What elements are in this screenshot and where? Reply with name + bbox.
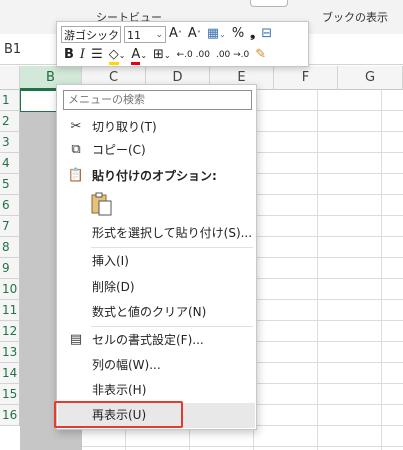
- row-header-9[interactable]: 9: [0, 258, 20, 279]
- accounting-format-icon[interactable]: ▦⌄: [207, 25, 226, 44]
- menu-item-delete-label: 削除(D): [92, 280, 135, 294]
- column-header-f[interactable]: F: [274, 66, 338, 90]
- row-header-15[interactable]: 15: [0, 384, 20, 405]
- percent-icon[interactable]: %: [232, 25, 244, 43]
- row-header-14[interactable]: 14: [0, 363, 20, 384]
- menu-item-hide[interactable]: 非表示(H): [57, 379, 256, 401]
- grow-font-icon[interactable]: A˄: [169, 25, 182, 44]
- row-header-5[interactable]: 5: [0, 174, 20, 195]
- paste-clipboard-icon: [91, 192, 112, 216]
- shrink-font-letter: A: [187, 25, 197, 41]
- decrease-decimal-icon[interactable]: .00 →.0: [216, 46, 249, 64]
- mini-toolbar-row-1: 游ゴシック ⌄ 11 ⌄ A˄ A˅ ▦⌄ % ❟ ⊟: [61, 24, 275, 44]
- copy-icon: ⧉: [71, 142, 81, 157]
- row-header-13[interactable]: 13: [0, 342, 20, 363]
- row-header-7[interactable]: 7: [0, 216, 20, 237]
- menu-item-paste-options: 📋 貼り付けのオプション:: [57, 165, 256, 187]
- bold-icon[interactable]: B: [64, 46, 74, 64]
- paste-button[interactable]: [90, 191, 114, 217]
- row-header-12[interactable]: 12: [0, 321, 20, 342]
- row-header-3[interactable]: 3: [0, 132, 20, 153]
- borders-icon[interactable]: ⊞⌄: [153, 46, 171, 65]
- row-header-6[interactable]: 6: [0, 195, 20, 216]
- font-size-box[interactable]: 11 ⌄: [124, 25, 166, 43]
- menu-item-clear-contents[interactable]: 数式と値のクリア(N): [57, 301, 256, 323]
- grow-font-letter: A: [169, 25, 178, 41]
- clipboard-icon: 📋: [67, 168, 85, 183]
- context-menu: メニューの検索 ✂ 切り取り(T) ⧉ コピー(C) 📋 貼り付けのオプション:…: [56, 84, 257, 430]
- fill-color-icon[interactable]: ◇⌄: [108, 46, 125, 65]
- row-header-11[interactable]: 11: [0, 300, 20, 321]
- font-name-box[interactable]: 游ゴシック ⌄: [61, 25, 121, 43]
- highlight-box: [54, 401, 183, 428]
- ribbon-button[interactable]: [250, 0, 288, 7]
- fill-color-swatch: ◇: [108, 46, 119, 65]
- menu-item-column-width[interactable]: 列の幅(W)...: [57, 354, 256, 376]
- menu-item-cut[interactable]: ✂ 切り取り(T): [57, 116, 256, 138]
- menu-item-cut-label: 切り取り(T): [92, 120, 157, 134]
- menu-item-paste-special-label: 形式を選択して貼り付け(S)...: [92, 226, 253, 240]
- chevron-down-icon: ⌄: [110, 29, 118, 40]
- format-painter-icon[interactable]: ✎: [255, 46, 266, 64]
- menu-item-column-width-label: 列の幅(W)...: [92, 358, 161, 372]
- book-view-label[interactable]: ブックの表示: [322, 9, 388, 25]
- align-center-icon[interactable]: ☰: [91, 46, 103, 64]
- menu-item-copy-label: コピー(C): [92, 143, 146, 157]
- row-header-2[interactable]: 2: [0, 111, 20, 132]
- mini-toolbar-row-2: B I ☰ ◇⌄ A⌄ ⊞⌄ ←.0 .00 .00 →.0 ✎: [61, 45, 269, 65]
- row-header-10[interactable]: 10: [0, 279, 20, 300]
- mini-toolbar: 游ゴシック ⌄ 11 ⌄ A˄ A˅ ▦⌄ % ❟ ⊟ B I ☰ ◇⌄ A⌄ …: [56, 21, 309, 67]
- menu-separator: [91, 326, 253, 327]
- scissors-icon: ✂: [70, 119, 82, 134]
- font-color-letter: A: [131, 46, 141, 65]
- menu-item-format-cells[interactable]: ▤ セルの書式設定(F)...: [57, 329, 256, 351]
- menu-item-delete[interactable]: 削除(D): [57, 276, 256, 298]
- menu-search-input[interactable]: メニューの検索: [63, 90, 252, 110]
- font-size-value: 11: [127, 28, 141, 42]
- menu-item-format-cells-label: セルの書式設定(F)...: [92, 333, 204, 347]
- menu-item-clear-contents-label: 数式と値のクリア(N): [92, 305, 207, 319]
- name-box[interactable]: B1: [4, 42, 21, 57]
- row-header-8[interactable]: 8: [0, 237, 20, 258]
- select-all-corner[interactable]: [0, 66, 20, 90]
- menu-item-insert[interactable]: 挿入(I): [57, 250, 256, 272]
- row-header-4[interactable]: 4: [0, 153, 20, 174]
- column-header-g[interactable]: G: [338, 66, 403, 90]
- chevron-down-icon: ⌄: [155, 29, 163, 40]
- shrink-font-icon[interactable]: A˅: [188, 25, 201, 44]
- menu-item-insert-label: 挿入(I): [92, 254, 129, 268]
- font-color-icon[interactable]: A⌄: [131, 46, 147, 65]
- row-header-16[interactable]: 16: [0, 405, 20, 426]
- menu-item-hide-label: 非表示(H): [92, 383, 147, 397]
- menu-item-copy[interactable]: ⧉ コピー(C): [57, 139, 256, 161]
- comma-style-icon[interactable]: ❟: [250, 25, 255, 43]
- italic-icon[interactable]: I: [80, 46, 85, 64]
- menu-item-paste-options-label: 貼り付けのオプション:: [92, 169, 217, 183]
- format-cells-icon: ▤: [69, 332, 83, 347]
- wrap-text-icon[interactable]: ⊟: [261, 25, 272, 43]
- row-header-1[interactable]: 1: [0, 90, 20, 111]
- menu-item-paste-special[interactable]: 形式を選択して貼り付け(S)...: [57, 222, 256, 244]
- increase-decimal-icon[interactable]: ←.0 .00: [177, 46, 210, 64]
- menu-separator: [91, 247, 253, 248]
